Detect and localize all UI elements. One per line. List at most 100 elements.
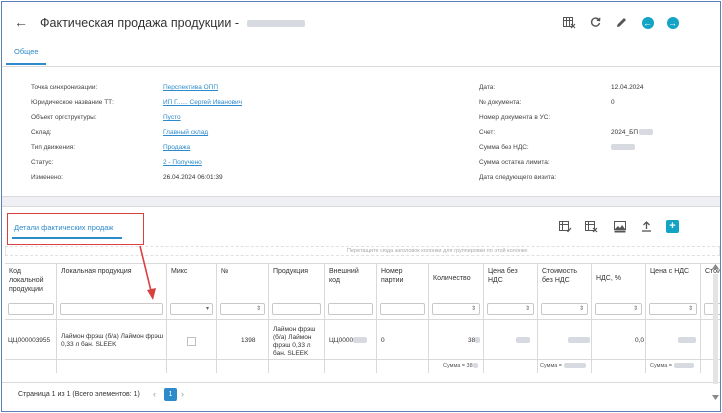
column-header[interactable]: Внешний код [329,267,369,285]
filter-stepper[interactable]: ⇕ [432,303,480,315]
movement-type-link[interactable]: Продажа [163,144,190,151]
date-value: 12.04.2024 [611,84,644,91]
tab-general[interactable]: Общее [14,47,39,56]
column-cost-no-vat: Стоимость без НДС ⇕ [538,263,592,373]
column-header[interactable]: Цена без НДС [488,267,528,285]
filter-stepper[interactable]: ⇕ [220,303,265,315]
column-header[interactable]: НДС, % [596,274,621,283]
info-label: Дата следующего визита: [479,174,557,181]
cell-batch[interactable]: 0 [381,337,385,345]
stepper-icon: ⇕ [578,306,584,312]
pager: Страница 1 из 1 (Всего элементов: 1) ‹ 1… [2,382,720,406]
cell-price-vat[interactable] [678,337,696,345]
tab-bar: Общее [2,44,720,67]
info-label: Юридическое название ТТ: [31,99,114,106]
column-header[interactable]: Код локальной продукции [9,267,53,294]
image-table-icon[interactable] [613,220,626,233]
next-page-button[interactable]: › [181,390,184,399]
info-label: Точка синхронизации: [31,84,98,91]
filter-input[interactable] [60,303,163,315]
cell-price-no-vat[interactable] [516,337,530,345]
column-header[interactable]: Цена с НДС [650,267,690,276]
cell-external-code[interactable]: ЦЦ0000 [329,337,368,345]
column-local-product: Локальная продукция [57,263,167,373]
refresh-icon[interactable] [588,15,603,30]
status-link[interactable]: 2 - Получено [163,159,202,166]
mix-checkbox[interactable] [187,337,196,346]
header: ← Фактическая продажа продукции - ← → [2,2,720,44]
filter-stepper[interactable]: ⇕ [487,303,534,315]
column-header[interactable]: Микс [171,267,187,276]
filter-select[interactable]: ▾ [170,303,213,315]
column-number: № ⇕ [217,263,269,373]
filter-stepper[interactable]: ⇕ [595,303,642,315]
details-grid: Код локальной продукции Локальная продук… [5,263,720,373]
stepper-icon: ⇕ [524,306,530,312]
info-label: Сумма остатка лимита: [479,159,550,166]
scrollbar[interactable] [711,262,720,402]
column-header[interactable]: Продукция [273,267,308,276]
cell-code[interactable]: ЦЦ000003955 [8,337,50,345]
tab-sales-details[interactable]: Детали фактических продаж [14,223,113,232]
group-hint: Перетащите сюда заголовок колонки для гр… [347,248,528,254]
edit-pencil-icon[interactable] [614,15,629,30]
column-mix: Микс ▾ [167,263,217,373]
info-label: Номер документа в УС: [479,114,551,121]
column-header[interactable]: Локальная продукция [61,267,132,276]
chevron-down-icon: ▾ [205,306,209,312]
org-object-link[interactable]: Пусто [163,114,181,121]
document-info: Точка синхронизации: Перспектива ОПП Юри… [2,68,720,194]
next-record-icon[interactable]: → [665,15,680,30]
cell-quantity[interactable]: 38 [468,337,481,345]
redacted-block [246,20,305,28]
column-header[interactable]: Количество [433,274,471,283]
info-label: Статус: [31,159,54,166]
cell-number[interactable]: 1398 [241,337,255,345]
column-header[interactable]: № [221,267,229,276]
table-clear-icon[interactable] [585,220,598,233]
account-value: 2024_БП [611,129,654,136]
column-header[interactable]: Стоимость без НДС [542,267,588,285]
cell-vat[interactable]: 0,0 [635,337,644,345]
table-check-icon[interactable] [559,220,572,233]
column-header[interactable]: Номер партии [381,267,421,285]
info-label: Объект оргструктуры: [31,114,97,121]
prev-page-button[interactable]: ‹ [153,390,156,399]
modified-value: 26.04.2024 06:01:39 [163,174,223,181]
filter-input[interactable] [8,303,54,315]
info-label: Изменено: [31,174,63,181]
legal-name-link[interactable]: ИП Г...... Сергей Иванович [163,99,242,106]
filter-input[interactable] [328,303,373,315]
page-title: Фактическая продажа продукции - [40,16,305,30]
upload-icon[interactable] [640,220,653,233]
cell-cost-no-vat[interactable] [568,337,590,345]
cell-product[interactable]: Лаймон фрэш (б/а) Лаймон фрэш 0,33 л бан… [273,326,323,358]
warehouse-link[interactable]: Главный склад [163,129,208,136]
sum-cost: Сумма = [540,363,586,369]
column-vat-percent: НДС, % ⇕ [592,263,646,373]
info-label: Счет: [479,129,496,136]
cell-local-product[interactable]: Лаймон фрэш (б/а) Лаймон фрэш 0,33 л бан… [61,333,165,349]
page-button-1[interactable]: 1 [164,388,177,401]
table-clear-icon[interactable] [562,15,577,30]
stepper-icon: ⇕ [255,306,261,312]
column-external-code: Внешний код [325,263,377,373]
filter-stepper[interactable]: ⇕ [541,303,588,315]
stepper-icon: ⇕ [632,306,638,312]
app-frame: ← Фактическая продажа продукции - ← → Об… [1,1,721,412]
column-price-no-vat: Цена без НДС ⇕ [484,263,538,373]
filter-input[interactable] [380,303,425,315]
previous-record-icon[interactable]: ← [640,15,655,30]
info-label: Сумма без НДС: [479,144,529,151]
sync-point-link[interactable]: Перспектива ОПП [163,84,218,91]
info-label: Склад: [31,129,52,136]
sum-price-vat: Сумма = [650,363,694,369]
info-label: № документа: [479,99,522,106]
column-local-code: Код локальной продукции [5,263,57,373]
filter-stepper[interactable]: ⇕ [649,303,697,315]
add-row-button[interactable]: + [666,220,679,233]
sum-quantity: Сумма = 38 [443,363,478,369]
filter-input[interactable] [272,303,321,315]
back-arrow-icon[interactable]: ← [14,15,28,29]
details-section: Детали фактических продаж + Перетащите с… [2,208,720,411]
